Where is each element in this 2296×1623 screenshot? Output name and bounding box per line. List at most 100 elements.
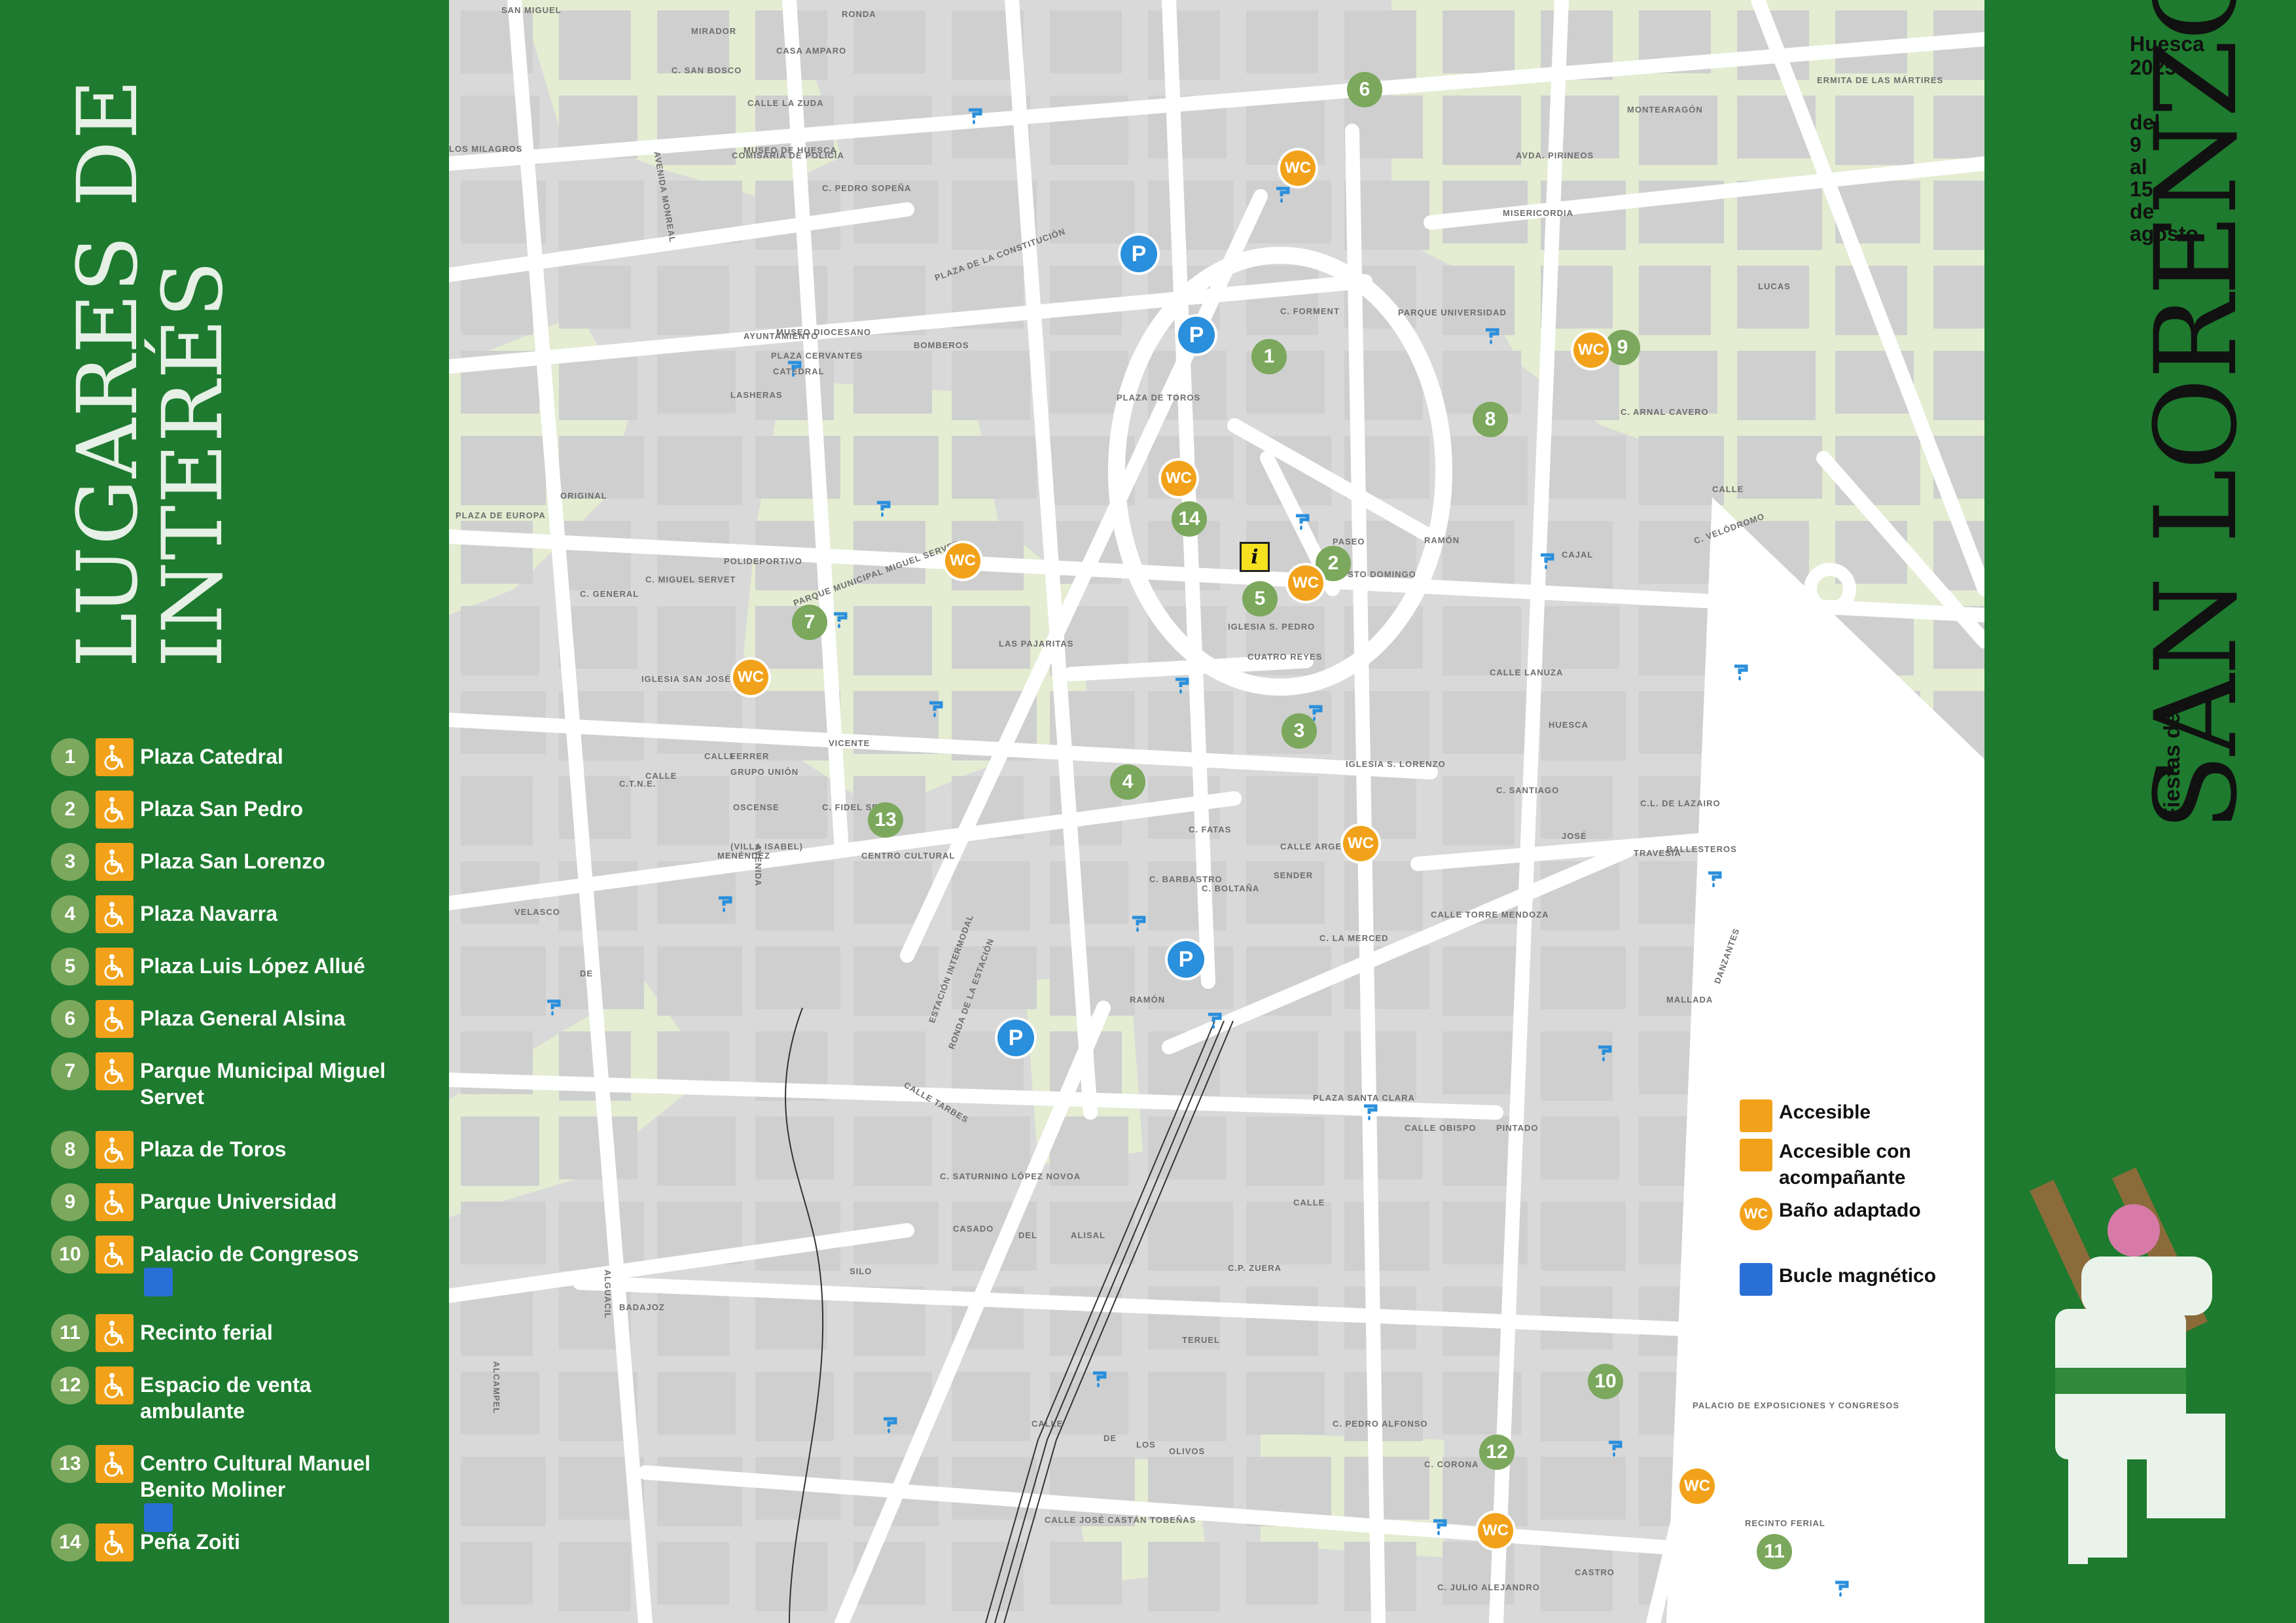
poi-marker[interactable]: 8 [1473,402,1508,437]
street-label: HUESCA [1549,720,1588,730]
street-label: ERMITA DE LAS MÁRTIRES [1817,75,1944,85]
city-block [1541,436,1626,499]
city-map[interactable]: SAN MIGUEL MIRADOR RONDA C. SAN BOSCO AVENID… [449,0,1984,1623]
poi-number-badge: 7 [51,1052,89,1090]
accessible-icon [1740,1099,1772,1132]
poi-marker[interactable]: 10 [1588,1364,1623,1399]
city-block [1246,1372,1325,1435]
street-label: C. SATURNINO LÓPEZ NOVOA [940,1171,1081,1181]
event-city: Huesca [2130,32,2204,56]
city-block [657,1542,729,1605]
city-block [1148,1542,1220,1611]
water-fountain-icon [1206,1009,1225,1029]
poi-marker[interactable]: 11 [1757,1534,1792,1569]
poi-marker[interactable]: 9 [1605,330,1640,365]
wc-icon[interactable]: WC [1161,461,1196,496]
poi-name: Espacio de venta ambulante [140,1373,312,1423]
city-block [1246,10,1318,73]
poi-marker[interactable]: 4 [1110,764,1145,800]
city-block [461,776,533,846]
city-block [1443,266,1515,335]
wc-icon[interactable]: WC [733,660,768,695]
street-label: C.T.N.E. [619,779,656,789]
street-label: CAJAL [1562,550,1594,560]
city-block [952,351,1030,420]
poi-marker[interactable]: 13 [868,802,903,838]
poi-name: Plaza San Lorenzo [140,849,325,873]
wc-icon[interactable]: WC [1478,1513,1513,1548]
water-fountain-icon [1274,183,1293,203]
poi-marker[interactable]: 1 [1251,339,1287,374]
poi-marker[interactable]: 7 [792,605,827,640]
street-label: GRUPO UNIÓN [730,767,799,777]
poi-marker[interactable]: 6 [1347,72,1382,107]
wc-icon[interactable]: WC [1679,1469,1715,1504]
wc-icon[interactable]: WC [1280,151,1316,186]
poi-list-item: 5 Plaza Luis López Allué [51,948,408,986]
parking-icon[interactable]: P [1178,317,1215,353]
street-label: MISERICORDIA [1503,208,1574,218]
poi-marker[interactable]: 5 [1242,581,1278,616]
parking-icon[interactable]: P [1168,941,1204,978]
wc-icon[interactable]: WC [945,543,980,579]
street-label: C. BARBASTRO [1149,874,1223,884]
poi-list-item: 3 Plaza San Lorenzo [51,843,408,881]
city-block [1344,861,1423,931]
street-label: CASA AMPARO [776,46,847,56]
city-block [853,351,932,414]
street-label: LOS MILAGROS [449,144,523,154]
date-word: 9 [2130,133,2142,156]
street-label: POLIDEPORTIVO [724,556,802,566]
water-fountain-icon [1596,1042,1615,1061]
poi-label: Plaza San Lorenzo [140,843,408,874]
street-label: C. CORONA [1424,1459,1479,1469]
city-block [1443,606,1521,675]
accessible-icon [96,843,134,881]
street-label: SAN MIGUEL [501,5,562,15]
street-label: MIRADOR [691,26,737,36]
city-block [1541,946,1626,1009]
title-line-1: LUGARES DE [60,78,156,668]
city-block [559,266,631,329]
water-fountain-icon [966,105,986,124]
wc-icon[interactable]: WC [1573,332,1609,368]
poi-list-item: 2 Plaza San Pedro [51,791,408,829]
parking-icon[interactable]: P [1121,236,1157,272]
city-block [952,436,1037,499]
left-panel: LUGARES DE INTERÉS 1 Plaza Catedral 2 Plaza… [0,0,449,1623]
water-fountain-icon [1090,1368,1110,1387]
city-block [1443,521,1515,584]
city-block [1541,1457,1626,1520]
city-block [1148,1202,1233,1271]
wc-icon[interactable]: WC [1343,826,1378,861]
water-fountain-icon [1306,702,1326,721]
title-line-2: INTERÉS [145,259,241,668]
poi-list-item: 4 Plaza Navarra [51,895,408,933]
street-label: FERRER [730,751,770,761]
city-block [657,351,736,414]
street-label: C. PEDRO ALFONSO [1333,1419,1428,1429]
hearing-loop-icon [144,1267,173,1296]
city-block [952,1542,1024,1611]
poi-marker[interactable]: 14 [1172,501,1207,537]
city-block [1246,1031,1318,1094]
accessible-icon [96,895,134,933]
city-block [1443,691,1528,754]
city-block [559,521,631,590]
street-label: OLIVOS [1169,1446,1206,1456]
poi-number-badge: 14 [51,1524,89,1561]
city-block [853,10,925,73]
city-block [755,861,834,931]
street-label: CASADO [953,1224,994,1234]
tourist-info-icon[interactable]: i [1240,542,1270,572]
street-label: MENÉNDEZ [717,851,770,861]
poi-list-item: 1 Plaza Catedral [51,738,408,776]
water-fountain-icon [1833,1577,1852,1597]
poi-list-item: 14 Peña Zoiti [51,1524,408,1561]
wc-icon[interactable]: WC [1288,565,1323,601]
poi-label: Parque Municipal Miguel Servet [140,1052,408,1110]
water-fountain-icon [881,1414,901,1433]
poi-marker[interactable]: 12 [1479,1435,1515,1470]
parking-icon[interactable]: P [997,1020,1034,1056]
city-block [657,1116,736,1186]
